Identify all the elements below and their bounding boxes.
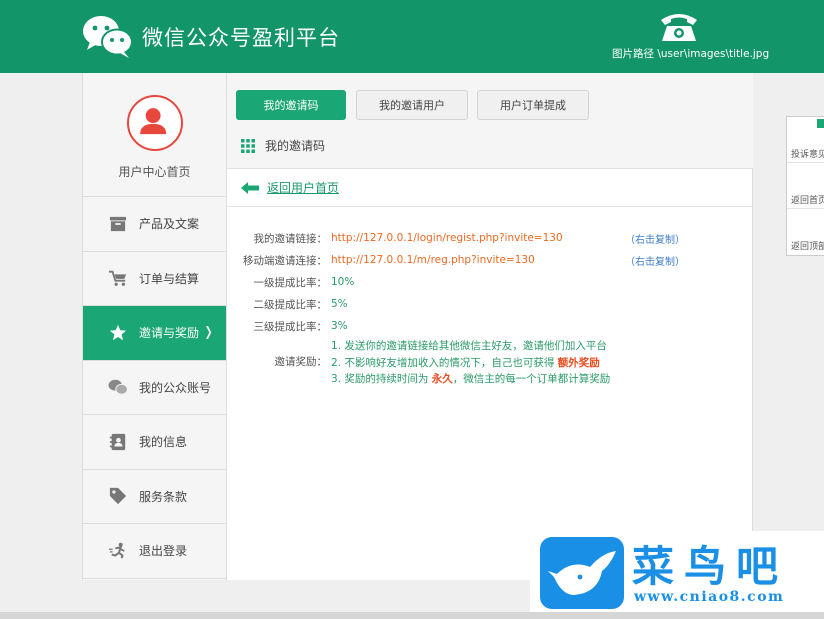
sidebar-item-label: 我的信息 (139, 435, 188, 450)
green-badge-icon (817, 119, 824, 128)
section-title: 我的邀请码 (241, 137, 325, 154)
watermark: 菜鸟吧 www.cniao8.com (530, 531, 824, 613)
level2-row: 二级提成比率： 5% (227, 295, 753, 313)
user-center-block[interactable]: 用户中心首页 (83, 73, 226, 197)
sidebar-item-logout[interactable]: 退出登录 (83, 524, 226, 579)
sidebar-item-my-info[interactable]: 我的信息 (83, 415, 226, 470)
level3-label: 三级提成比率： (253, 320, 328, 333)
watermark-brand: 菜鸟吧 (632, 542, 789, 591)
watermark-url: www.cniao8.com (634, 589, 785, 605)
tag-icon (107, 486, 129, 506)
sidebar-item-terms[interactable]: 服务条款 (83, 470, 226, 524)
telephone-icon (661, 14, 697, 41)
star-icon (107, 323, 129, 343)
level3-value: 3% (331, 320, 348, 332)
reward-line-3-suffix: ，微信主的每一个订单都计算奖励 (452, 373, 611, 385)
wechat-icon (107, 377, 129, 397)
reward-description: 1. 发送你的邀请链接给其他微信主好友，邀请他们加入平台 2. 不影响好友增加收… (331, 338, 610, 388)
reward-line-3: 3. 奖励的持续时间为 永久，微信主的每一个订单都计算奖励 (331, 371, 610, 388)
avatar[interactable] (127, 95, 183, 151)
reward-line-1: 1. 发送你的邀请链接给其他微信主好友，邀请他们加入平台 (331, 340, 607, 352)
chevron-right-icon: ❭ (203, 325, 214, 341)
sidebar-item-label: 我的公众账号 (139, 380, 212, 395)
grid-icon (241, 138, 255, 153)
float-item-top[interactable]: 返回顶部 (787, 209, 824, 255)
mobile-link-row: 移动端邀请连接： http://127.0.0.1/m/reg.php?invi… (227, 251, 753, 269)
sidebar-item-wechat-accounts[interactable]: 我的公众账号 (83, 361, 226, 415)
float-item-home[interactable]: 返回首页 (787, 163, 824, 209)
sidebar-item-label: 退出登录 (139, 544, 188, 559)
invite-link-label: 我的邀请链接： (253, 232, 328, 245)
image-path-text: 图片路径 \user\images\title.jpg (612, 48, 770, 60)
archive-icon (107, 214, 129, 234)
back-to-user-home-link[interactable]: 返回用户首页 (267, 179, 339, 196)
bird-logo-icon (540, 537, 624, 609)
level2-value: 5% (331, 298, 348, 310)
sidebar-item-orders[interactable]: 订单与结算 (83, 252, 226, 306)
copy-hint-invite: （右击复制） (625, 234, 685, 246)
sidebar: 用户中心首页 产品及文案 订单与结算 邀请与奖励 ❭ 我的公众账号 我的信息 服… (82, 73, 227, 580)
tab-my-invited-users[interactable]: 我的邀请用户 (356, 90, 468, 120)
cart-icon (107, 268, 129, 288)
invite-link-value[interactable]: http://127.0.0.1/login/regist.php?invite… (331, 232, 563, 244)
arrow-left-icon[interactable] (241, 181, 259, 194)
mobile-link-value[interactable]: http://127.0.0.1/m/reg.php?invite=130 (331, 254, 535, 266)
reward-label: 邀请奖励： (274, 356, 328, 368)
user-center-label[interactable]: 用户中心首页 (83, 163, 226, 180)
sidebar-item-label: 产品及文案 (139, 217, 200, 232)
user-icon (140, 108, 167, 135)
sidebar-item-invite-rewards[interactable]: 邀请与奖励 ❭ (83, 306, 226, 361)
sidebar-item-label: 订单与结算 (139, 271, 200, 286)
level1-row: 一级提成比率： 10% (227, 273, 753, 291)
site-title: 微信公众号盈利平台 (142, 26, 340, 50)
level1-value: 10% (331, 276, 355, 288)
section-title-text: 我的邀请码 (265, 139, 326, 153)
level2-label: 二级提成比率： (253, 298, 328, 311)
wechat-logo-icon (83, 16, 133, 58)
sidebar-item-label: 邀请与奖励 (139, 326, 200, 341)
copy-hint-mobile: （右击复制） (625, 256, 685, 268)
tab-my-invite-code[interactable]: 我的邀请码 (236, 90, 346, 120)
reward-line-2-highlight: 额外奖励 (557, 356, 600, 369)
tab-bar: 我的邀请码 我的邀请用户 用户订单提成 我的邀请码 (227, 73, 753, 169)
reward-line-2-text: 2. 不影响好友增加收入的情况下，自己也可获得 (331, 356, 555, 369)
runner-icon (107, 541, 129, 561)
contact-card-icon (107, 432, 129, 452)
level3-row: 三级提成比率： 3% (227, 317, 753, 335)
invite-link-row: 我的邀请链接： http://127.0.0.1/login/regist.ph… (227, 229, 753, 247)
level1-label: 一级提成比率： (253, 276, 328, 289)
sidebar-item-products[interactable]: 产品及文案 (83, 197, 226, 252)
header: 微信公众号盈利平台 图片路径 \user\images\title.jpg (0, 0, 824, 73)
reward-line-2: 2. 不影响好友增加收入的情况下，自己也可获得 额外奖励 (331, 355, 610, 372)
back-row: 返回用户首页 (227, 169, 753, 207)
tab-user-order-commission[interactable]: 用户订单提成 (477, 90, 589, 120)
bottom-scrollbar-strip (0, 612, 824, 619)
reward-line-3-text: 3. 奖励的持续时间为 (331, 373, 429, 385)
mobile-link-label: 移动端邀请连接： (243, 254, 327, 267)
sidebar-item-label: 服务条款 (139, 489, 188, 504)
reward-line-3-highlight: 永久 (431, 373, 453, 385)
main-panel: 我的邀请码 我的邀请用户 用户订单提成 我的邀请码 返回用户首页 我的邀请链接：… (227, 73, 753, 580)
floating-side-panel: 投诉意见 返回首页 返回顶部 (786, 116, 824, 256)
